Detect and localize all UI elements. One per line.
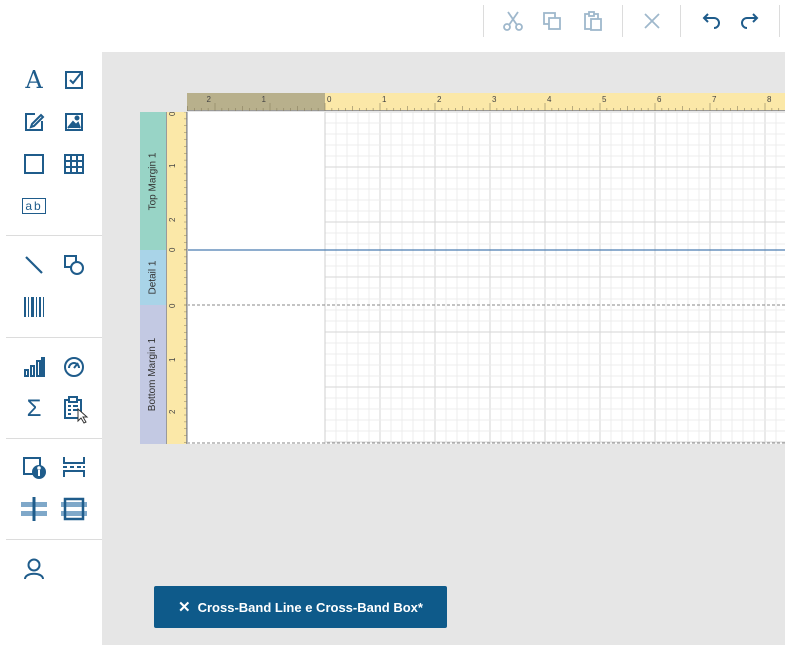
chart-tool[interactable] (19, 352, 49, 382)
bottom-margin-label: Bottom Margin 1 (147, 337, 159, 412)
ruler-label: 2 (168, 217, 177, 222)
cross-band-box-icon (61, 497, 87, 521)
gauge-icon (64, 357, 84, 377)
panel-tool[interactable] (19, 149, 49, 179)
table-icon (64, 154, 84, 174)
report-tab-button[interactable]: ✕ Cross-Band Line e Cross-Band Box* (154, 586, 447, 628)
ruler-label: 2 (168, 409, 177, 414)
band-label-bottom-margin[interactable]: Bottom Margin 1 (140, 305, 167, 444)
ruler-label: 8 (767, 95, 772, 104)
band-label-top-margin[interactable]: Top Margin 1 (140, 112, 167, 250)
band-labels: Top Margin 1 Detail 1 Bottom Margin 1 (140, 112, 167, 444)
barcode-tool[interactable] (19, 292, 49, 322)
page-info-tool[interactable] (19, 452, 49, 482)
character-comb-tool[interactable]: ab (19, 191, 49, 221)
band-label-detail[interactable]: Detail 1 (140, 250, 167, 305)
report-page[interactable] (187, 112, 785, 444)
redo-button[interactable] (734, 5, 766, 37)
cross-band-line-tool[interactable] (19, 494, 49, 524)
ruler-label: 3 (492, 95, 497, 104)
paste-icon (584, 11, 602, 31)
label-tool[interactable]: A (19, 65, 49, 95)
ruler-label: 7 (712, 95, 717, 104)
cross-band-box-tool[interactable] (59, 494, 89, 524)
picture-box-icon (65, 113, 83, 131)
pivot-grid-tool[interactable] (59, 394, 89, 424)
copy-icon (543, 12, 561, 30)
design-surface[interactable]: 2 1 0 1 2 3 4 5 6 7 8 Top Margin 1 Detail 1 Bottom… (102, 52, 785, 645)
close-icon[interactable]: ✕ (178, 598, 191, 616)
horizontal-ruler: 2 1 0 1 2 3 4 5 6 7 8 (187, 93, 785, 111)
cut-icon (503, 11, 523, 31)
delete-icon (644, 13, 660, 29)
gauge-tool[interactable] (59, 352, 89, 382)
toolbox-separator (6, 337, 102, 338)
top-toolbar (0, 0, 785, 52)
shape-tool[interactable] (59, 250, 89, 280)
page-break-tool[interactable] (59, 452, 89, 482)
sparkline-tool[interactable]: Σ (19, 394, 49, 424)
rich-text-tool[interactable] (19, 107, 49, 137)
ruler-label: 1 (168, 357, 177, 362)
ruler-label: 1 (382, 95, 387, 104)
label-icon: A (25, 66, 43, 94)
pivot-grid-icon (64, 396, 89, 424)
copy-button[interactable] (536, 5, 568, 37)
toolbar-separator (779, 5, 780, 37)
ruler-label: 4 (547, 95, 552, 104)
ruler-label: 0 (168, 112, 177, 116)
line-tool[interactable] (19, 250, 49, 280)
toolbox-separator (6, 539, 102, 540)
page-info-icon (23, 457, 46, 479)
toolbox-sidebar: A ab Σ (0, 52, 102, 645)
page-background (187, 112, 785, 444)
ruler-label: 0 (168, 303, 177, 308)
ruler-label: 5 (602, 95, 607, 104)
picture-box-tool[interactable] (59, 107, 89, 137)
ruler-label: 1 (168, 163, 177, 168)
ruler-label: 2 (437, 95, 442, 104)
panel-icon (24, 154, 44, 174)
sparkline-icon: Σ (26, 395, 42, 422)
shape-icon (64, 255, 84, 275)
subreport-icon (24, 558, 44, 580)
report-tab-label: Cross-Band Line e Cross-Band Box* (197, 599, 423, 615)
toolbar-separator (680, 5, 681, 37)
toolbox-separator (6, 235, 102, 236)
ruler-label: 0 (327, 95, 332, 104)
table-tool[interactable] (59, 149, 89, 179)
ruler-label: 1 (262, 95, 267, 104)
redo-icon (741, 13, 759, 29)
ruler-label: 0 (168, 247, 177, 252)
toolbox-separator (6, 438, 102, 439)
delete-button[interactable] (636, 5, 668, 37)
paste-button[interactable] (577, 5, 609, 37)
cut-button[interactable] (497, 5, 529, 37)
toolbar-separator (622, 5, 623, 37)
line-icon (25, 256, 43, 274)
checkbox-tool[interactable] (59, 65, 89, 95)
undo-button[interactable] (695, 5, 727, 37)
ruler-label: 2 (207, 95, 212, 104)
undo-icon (702, 13, 720, 29)
page-break-icon (63, 457, 85, 477)
cross-band-line-icon (21, 497, 47, 521)
chart-icon (24, 357, 45, 377)
subreport-tool[interactable] (19, 554, 49, 584)
vertical-ruler: 0 1 2 0 0 1 2 (167, 112, 187, 444)
ruler-label: 6 (657, 95, 662, 104)
rich-text-icon (25, 113, 45, 131)
detail-label: Detail 1 (147, 260, 159, 295)
top-margin-label: Top Margin 1 (147, 152, 159, 210)
character-comb-icon: ab (22, 198, 46, 214)
barcode-icon (24, 297, 44, 317)
checkbox-icon (65, 71, 83, 89)
toolbar-separator (483, 5, 484, 37)
